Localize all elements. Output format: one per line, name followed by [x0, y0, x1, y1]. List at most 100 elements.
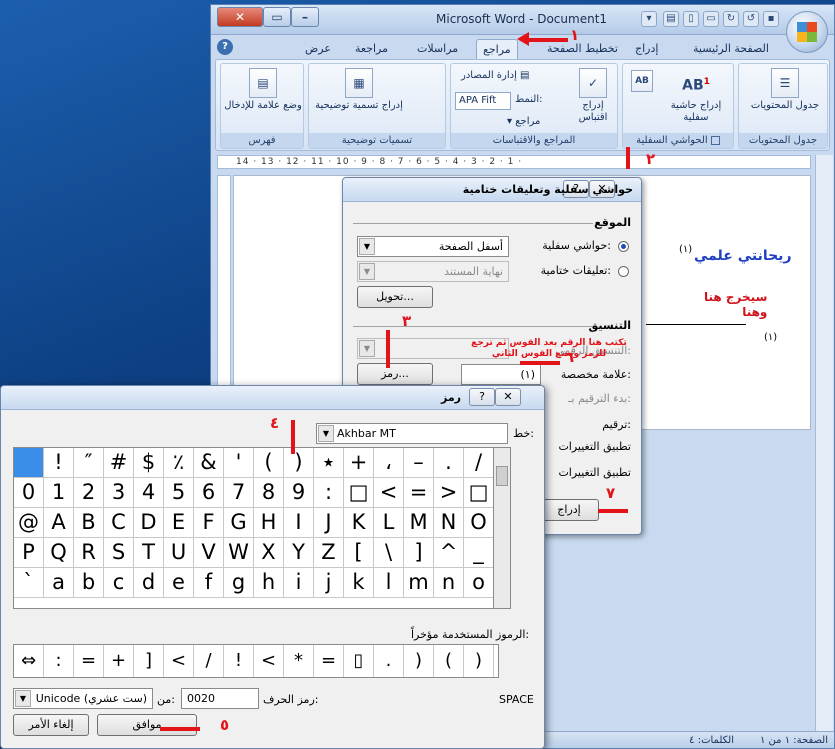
symbol-cell[interactable]: ″ — [74, 448, 104, 478]
symbol-close-button[interactable]: ✕ — [495, 388, 521, 406]
recent-symbol-cell[interactable]: ! — [224, 645, 254, 677]
symbol-cell[interactable]: G — [224, 508, 254, 538]
symbol-cell[interactable]: a — [44, 568, 74, 598]
toc-button[interactable]: ☰ جدول المحتويات — [743, 68, 827, 112]
recent-symbol-cell[interactable]: ) — [404, 645, 434, 677]
symbol-cell[interactable]: : — [314, 478, 344, 508]
symbol-cell[interactable]: < — [374, 478, 404, 508]
recent-symbol-cell[interactable]: * — [284, 645, 314, 677]
symbol-cell[interactable]: h — [254, 568, 284, 598]
dialog-launcher-icon[interactable] — [710, 135, 720, 145]
symbol-cell[interactable]: ( — [254, 448, 284, 478]
tab-insert[interactable]: إدراج — [629, 39, 664, 59]
insert-footnote-button[interactable]: AB1 إدراج حاشية سفلية — [659, 68, 733, 124]
symbol-cell[interactable]: D — [134, 508, 164, 538]
symbol-cell[interactable]: n — [434, 568, 464, 598]
symbol-cell[interactable]: / — [464, 448, 494, 478]
maximize-button[interactable]: ▭ — [263, 7, 291, 27]
symbol-cell[interactable]: X — [254, 538, 284, 568]
symbol-cell[interactable]: 3 — [104, 478, 134, 508]
symbol-cell[interactable]: @ — [14, 508, 44, 538]
recent-symbol-cell[interactable]: ] — [134, 645, 164, 677]
tab-review[interactable]: مراجعة — [349, 39, 394, 59]
insert-citation-button[interactable]: ✓ إدراج اقتباس — [571, 68, 615, 124]
symbol-cell[interactable]: ! — [44, 448, 74, 478]
symbol-cell[interactable]: 0 — [14, 478, 44, 508]
symbol-cell[interactable]: e — [164, 568, 194, 598]
symbol-help-button[interactable]: ? — [469, 388, 495, 406]
symbol-cell[interactable]: l — [374, 568, 404, 598]
symbol-cell[interactable]: F — [194, 508, 224, 538]
symbol-cell[interactable]: S — [104, 538, 134, 568]
insert-button[interactable]: إدراج — [539, 499, 599, 521]
new-doc-icon[interactable]: ▯ — [683, 11, 699, 27]
tab-mailings[interactable]: مراسلات — [411, 39, 464, 59]
recent-symbol-cell[interactable]: ▯ — [344, 645, 374, 677]
vertical-scrollbar[interactable] — [815, 155, 833, 735]
minimize-button[interactable]: – — [291, 7, 319, 27]
symbol-cell[interactable]: V — [194, 538, 224, 568]
symbol-cell[interactable]: Q — [44, 538, 74, 568]
recent-symbol-cell[interactable]: < — [164, 645, 194, 677]
symbol-cell[interactable]: o — [464, 568, 494, 598]
symbol-cell[interactable]: T — [134, 538, 164, 568]
from-dropdown[interactable]: Unicode (ست عشري) ▼ — [13, 688, 153, 709]
symbol-cell[interactable]: L — [374, 508, 404, 538]
symbol-cell[interactable]: \ — [374, 538, 404, 568]
symbol-cell[interactable]: ) — [284, 448, 314, 478]
symbol-cell[interactable]: Z — [314, 538, 344, 568]
symbol-cell[interactable]: 2 — [74, 478, 104, 508]
save-icon[interactable]: ▪ — [763, 11, 779, 27]
symbol-cell[interactable]: = — [404, 478, 434, 508]
recent-symbol-cell[interactable]: ) — [464, 645, 494, 677]
footnotes-dropdown[interactable]: أسفل الصفحة ▼ — [357, 236, 509, 257]
symbol-cell[interactable]: c — [104, 568, 134, 598]
symbol-cell[interactable]: m — [404, 568, 434, 598]
symbol-cell[interactable]: A — [44, 508, 74, 538]
symbol-cell[interactable]: 5 — [164, 478, 194, 508]
symbol-cell[interactable]: 4 — [134, 478, 164, 508]
recent-symbol-cell[interactable]: ⇔ — [14, 645, 44, 677]
repeat-icon[interactable]: ↻ — [723, 11, 739, 27]
symbol-cell[interactable]: ٪ — [164, 448, 194, 478]
symbol-cell[interactable]: P — [14, 538, 44, 568]
recent-symbol-cell[interactable]: : — [44, 645, 74, 677]
symbol-cell[interactable]: K — [344, 508, 374, 538]
insert-caption-button[interactable]: ▦ إدراج تسمية توضيحية — [314, 68, 404, 112]
symbol-cell[interactable]: □ — [344, 478, 374, 508]
symbol-cell[interactable]: f — [194, 568, 224, 598]
tab-page-layout[interactable]: تخطيط الصفحة — [541, 39, 624, 59]
symbol-cell[interactable]: B — [74, 508, 104, 538]
symbol-cell[interactable]: $ — [134, 448, 164, 478]
symbol-cell[interactable]: M — [404, 508, 434, 538]
close-button[interactable]: ✕ — [217, 7, 263, 27]
recent-symbol-cell[interactable]: < — [254, 645, 284, 677]
symbol-cell[interactable]: i — [284, 568, 314, 598]
symbol-cell[interactable]: – — [404, 448, 434, 478]
help-icon[interactable]: ? — [217, 39, 233, 55]
symbol-cell[interactable]: j — [314, 568, 344, 598]
manage-sources-button[interactable]: إدارة المصادر ▤ — [461, 70, 530, 81]
endnotes-radio[interactable] — [618, 266, 629, 277]
endnotes-dropdown[interactable]: نهاية المستند ▼ — [357, 261, 509, 282]
mark-entry-button[interactable]: ▤ وضع علامة للإدخال — [223, 68, 303, 112]
font-dropdown[interactable]: Akhbar MT ▼ — [316, 423, 508, 444]
undo-icon[interactable]: ↺ — [743, 11, 759, 27]
symbol-button[interactable]: رمز... — [357, 363, 433, 385]
symbol-cell[interactable]: & — [194, 448, 224, 478]
footnotes-radio[interactable] — [618, 241, 629, 252]
convert-button[interactable]: تحويل... — [357, 286, 433, 308]
symbol-cell[interactable]: # — [104, 448, 134, 478]
horizontal-ruler[interactable]: 14 · 13 · 12 · 11 · 10 · 9 · 8 · 7 · 6 ·… — [217, 155, 811, 169]
symbol-cell[interactable]: 6 — [194, 478, 224, 508]
recent-symbol-cell[interactable]: + — [104, 645, 134, 677]
dropdown-icon[interactable]: ▾ — [641, 11, 657, 27]
symbol-cell[interactable]: Y — [284, 538, 314, 568]
symbol-cell[interactable] — [14, 448, 44, 478]
symbol-cell[interactable]: b — [74, 568, 104, 598]
symbol-cell[interactable]: ' — [224, 448, 254, 478]
recent-symbol-cell[interactable]: / — [194, 645, 224, 677]
custom-mark-input[interactable]: (١) — [461, 364, 541, 385]
symbol-cell[interactable]: 9 — [284, 478, 314, 508]
open-icon[interactable]: ▭ — [703, 11, 719, 27]
